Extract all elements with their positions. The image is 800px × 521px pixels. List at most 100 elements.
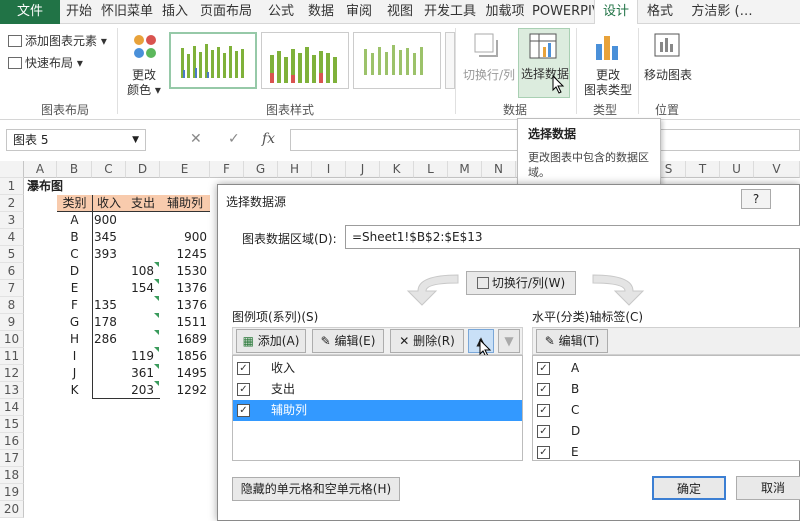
column-header[interactable]: B	[57, 161, 92, 178]
row-header[interactable]: 3	[0, 212, 24, 229]
name-box[interactable]: 图表 5 ▼	[6, 129, 146, 151]
row-header[interactable]: 5	[0, 246, 24, 263]
cell[interactable]	[126, 331, 154, 348]
column-header[interactable]: A	[24, 161, 57, 178]
cell[interactable]: 1376	[160, 297, 207, 314]
row-header[interactable]: 20	[0, 501, 24, 518]
cancel-button[interactable]: 取消	[736, 476, 800, 500]
cell[interactable]	[126, 246, 154, 263]
axis-label-item[interactable]: ✓ D	[533, 421, 800, 442]
axis-label-checkbox[interactable]: ✓	[537, 404, 550, 417]
row-header[interactable]: 18	[0, 467, 24, 484]
row-header[interactable]: 4	[0, 229, 24, 246]
cell[interactable]: F	[57, 297, 92, 314]
quick-layout-button[interactable]: 快速布局 ▾	[8, 54, 83, 71]
cell[interactable]	[126, 297, 154, 314]
column-header[interactable]: L	[414, 161, 448, 178]
column-header[interactable]: T	[686, 161, 720, 178]
series-checkbox[interactable]: ✓	[237, 404, 250, 417]
axis-label-checkbox[interactable]: ✓	[537, 446, 550, 459]
cell[interactable]: G	[57, 314, 92, 331]
cell[interactable]: J	[57, 365, 92, 382]
cell[interactable]: 1495	[160, 365, 207, 382]
axis-label-item[interactable]: ✓ E	[533, 442, 800, 463]
cell[interactable]: 1856	[160, 348, 207, 365]
cell[interactable]: 类别	[57, 195, 92, 212]
row-header[interactable]: 12	[0, 365, 24, 382]
column-header[interactable]: E	[160, 161, 210, 178]
cell[interactable]: C	[57, 246, 92, 263]
column-header[interactable]: C	[92, 161, 126, 178]
select-data-button[interactable]: 选择数据	[518, 28, 570, 98]
series-checkbox[interactable]: ✓	[237, 383, 250, 396]
cell[interactable]: A	[57, 212, 92, 229]
row-header[interactable]: 7	[0, 280, 24, 297]
row-header[interactable]: 8	[0, 297, 24, 314]
tab-12[interactable]: 设计	[594, 0, 638, 25]
axis-label-checkbox[interactable]: ✓	[537, 425, 550, 438]
move-down-button[interactable]: ▼	[498, 329, 520, 353]
cell[interactable]: I	[57, 348, 92, 365]
range-input[interactable]: =Sheet1!$B$2:$E$13	[345, 225, 800, 249]
tab-1[interactable]: 开始	[62, 0, 96, 24]
cell[interactable]	[126, 314, 154, 331]
select-all-corner[interactable]	[0, 161, 24, 178]
column-header[interactable]: D	[126, 161, 160, 178]
row-header[interactable]: 6	[0, 263, 24, 280]
cell[interactable]: 135	[94, 297, 124, 314]
tab-5[interactable]: 公式	[260, 0, 302, 24]
styles-scroll[interactable]	[445, 32, 455, 89]
column-header[interactable]: M	[448, 161, 482, 178]
cell[interactable]: 1511	[160, 314, 207, 331]
column-header[interactable]: K	[380, 161, 414, 178]
cell[interactable]: 286	[94, 331, 124, 348]
cell[interactable]: 瀑布图	[27, 178, 87, 195]
delete-series-button[interactable]: ✕ 删除(R)	[390, 329, 464, 353]
row-header[interactable]: 15	[0, 416, 24, 433]
cell[interactable]	[94, 280, 124, 297]
row-header[interactable]: 9	[0, 314, 24, 331]
edit-axis-labels-button[interactable]: ✎ 编辑(T)	[536, 329, 608, 353]
tab-8[interactable]: 视图	[380, 0, 420, 24]
change-colors-button[interactable]: 更改 颜色 ▾	[122, 30, 166, 100]
chart-style-2[interactable]	[261, 32, 349, 89]
column-header[interactable]: U	[720, 161, 754, 178]
column-header[interactable]: H	[278, 161, 312, 178]
cell[interactable]: K	[57, 382, 92, 399]
cell[interactable]: 1245	[160, 246, 207, 263]
cell[interactable]	[94, 263, 124, 280]
cell[interactable]: H	[57, 331, 92, 348]
add-chart-element-button[interactable]: 添加图表元素 ▾	[8, 32, 107, 49]
tab-13[interactable]: 格式	[640, 0, 680, 24]
cell[interactable]: 1376	[160, 280, 207, 297]
row-header[interactable]: 11	[0, 348, 24, 365]
switch-row-column-button[interactable]: 切换行/列	[459, 30, 517, 100]
chart-style-1[interactable]	[169, 32, 257, 89]
tab-11[interactable]: POWERPIVOT	[532, 0, 619, 24]
cancel-icon[interactable]: ✕	[190, 131, 202, 147]
change-chart-type-button[interactable]: 更改 图表类型	[580, 30, 636, 100]
tab-9[interactable]: 开发工具	[422, 0, 478, 24]
cell[interactable]: 1530	[160, 263, 207, 280]
row-header[interactable]: 1	[0, 178, 24, 195]
axis-label-checkbox[interactable]: ✓	[537, 362, 550, 375]
cell[interactable]: 345	[94, 229, 124, 246]
row-header[interactable]: 16	[0, 433, 24, 450]
series-list[interactable]: ✓ 收入 ✓ 支出 ✓ 辅助列	[232, 355, 523, 461]
cell[interactable]: 辅助列	[160, 195, 210, 212]
tab-6[interactable]: 数据	[304, 0, 338, 24]
cell[interactable]: 收入	[92, 195, 126, 212]
tab-0[interactable]: 文件	[0, 0, 60, 24]
cell[interactable]: B	[57, 229, 92, 246]
cell[interactable]: 108	[126, 263, 154, 280]
ok-button[interactable]: 确定	[652, 476, 726, 500]
row-header[interactable]: 13	[0, 382, 24, 399]
axis-label-item[interactable]: ✓ B	[533, 379, 800, 400]
cell[interactable]: 393	[94, 246, 124, 263]
axis-label-item[interactable]: ✓ C	[533, 400, 800, 421]
cell[interactable]: 1689	[160, 331, 207, 348]
column-header[interactable]: J	[346, 161, 380, 178]
chart-style-3[interactable]	[353, 32, 441, 89]
column-header[interactable]: I	[312, 161, 346, 178]
series-checkbox[interactable]: ✓	[237, 362, 250, 375]
